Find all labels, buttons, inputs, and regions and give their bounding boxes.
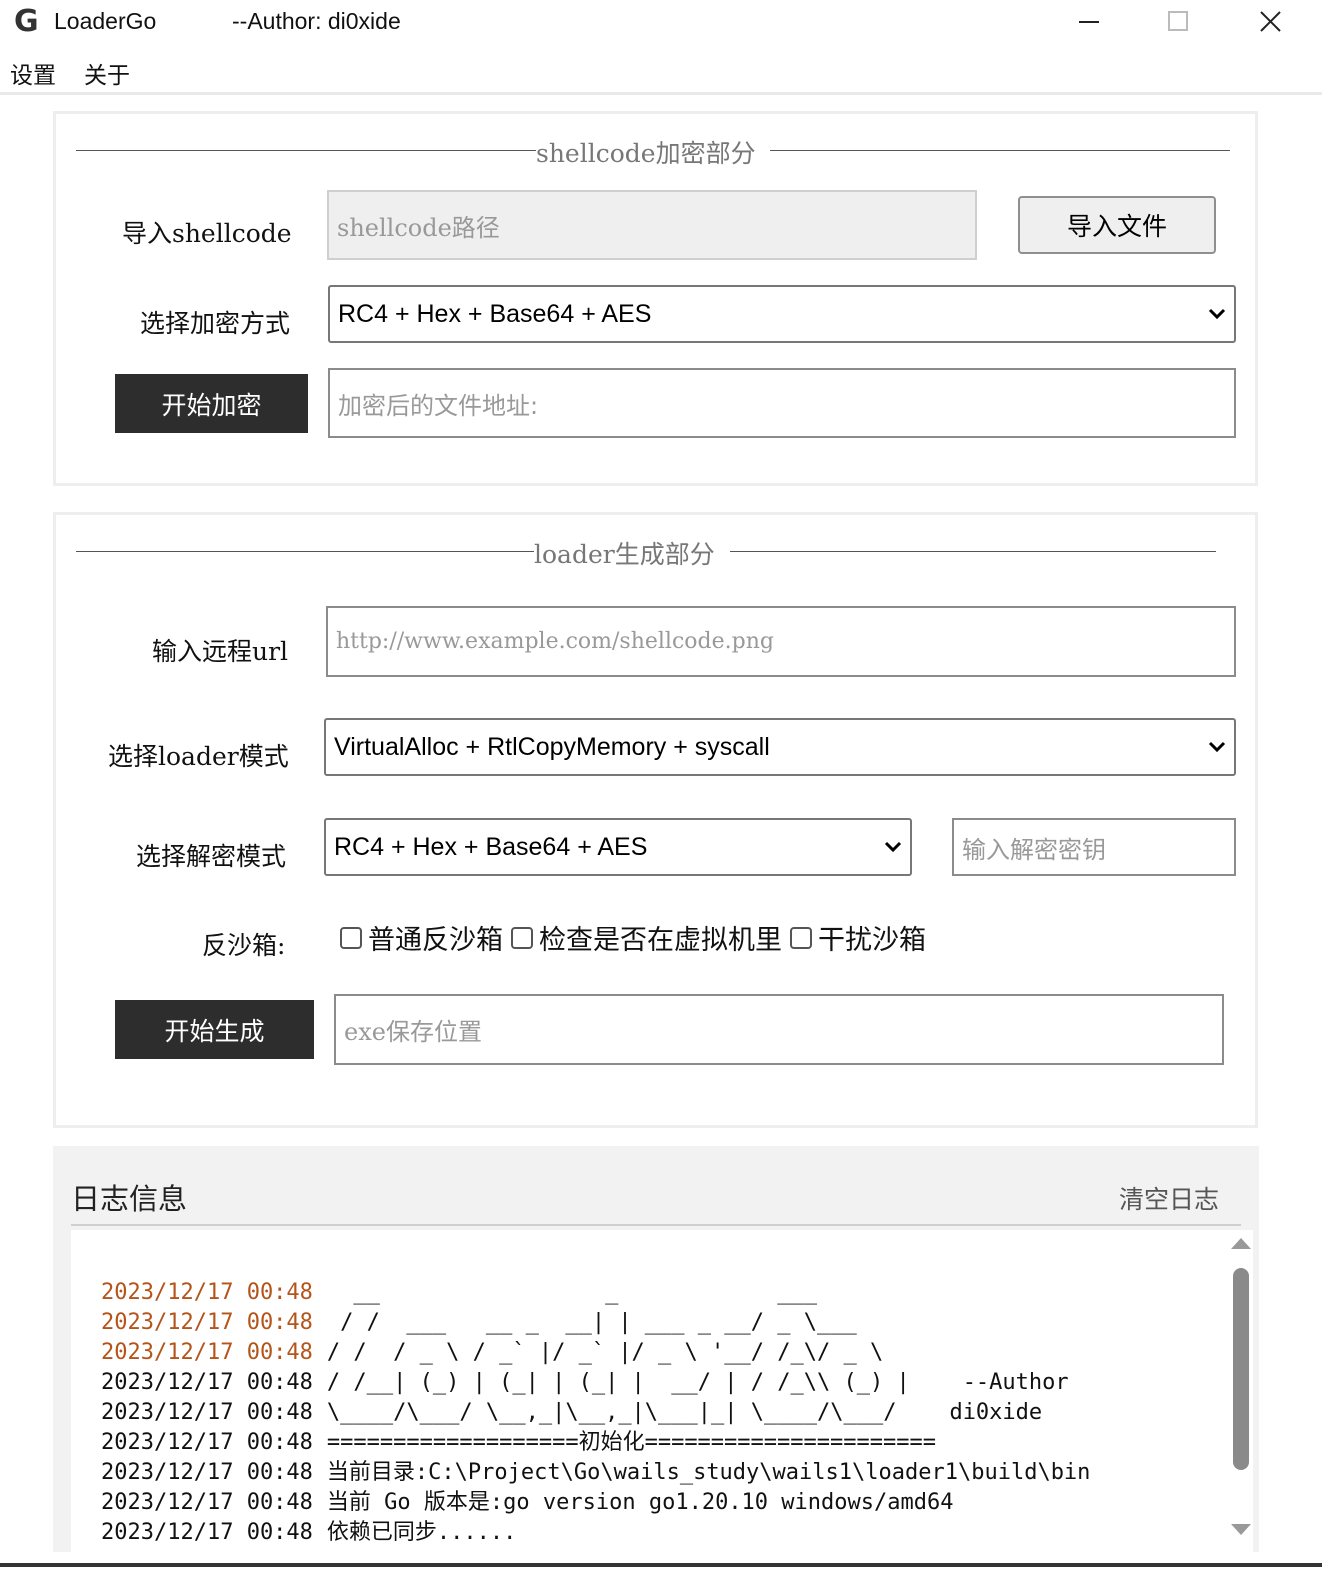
log-text: __ _ ___: [326, 1280, 923, 1305]
encrypt-method-label: 选择加密方式: [140, 309, 291, 338]
checkbox-normal-sandbox[interactable]: [340, 926, 362, 949]
sandbox-label: 反沙箱:: [202, 931, 286, 960]
log-line: 2023/12/17 00:48 ===================初始化==…: [101, 1428, 1090, 1458]
log-output: 2023/12/17 00:48 __ _ ___ 2023/12/17 00:…: [71, 1230, 1229, 1552]
menu-about[interactable]: 关于: [84, 56, 130, 90]
menu-bar: 设置 关于: [0, 52, 1322, 95]
chevron-down-icon: [884, 841, 902, 853]
menu-settings[interactable]: 设置: [10, 56, 56, 90]
checkbox-label: 普通反沙箱: [368, 925, 503, 956]
log-text: \____/\___/ \__,_|\__,_|\___|_| \____/\_…: [326, 1400, 1043, 1425]
window-title: LoaderGo: [54, 8, 157, 34]
log-line: 2023/12/17 00:48 / / / _ \ / _` |/ _` |/ …: [101, 1338, 1090, 1368]
app-logo-icon: G: [14, 4, 39, 39]
log-timestamp: 2023/12/17 00:48: [101, 1520, 313, 1545]
encrypt-method-value: RC4 + Hex + Base64 + AES: [338, 299, 652, 328]
start-encrypt-button[interactable]: 开始加密: [115, 374, 308, 433]
checkbox-vm-check[interactable]: [511, 926, 533, 949]
log-title: 日志信息: [71, 1182, 188, 1216]
legend-line-left: [76, 150, 538, 151]
clear-log-button[interactable]: 清空日志: [1119, 1180, 1219, 1216]
close-button[interactable]: [1226, 0, 1312, 46]
log-text: / / / _ \ / _` |/ _` |/ _ \ '__/ /_\/ _ …: [326, 1340, 884, 1365]
log-text: 当前目录:C:\Project\Go\wails_study\wails1\lo…: [326, 1460, 1091, 1485]
maximize-button[interactable]: [1136, 0, 1222, 46]
log-line: 2023/12/17 00:48 / / ___ __ _ __| | ___ …: [101, 1308, 1090, 1338]
chevron-down-icon: [1208, 308, 1226, 320]
checkbox-disrupt-sandbox[interactable]: [790, 926, 812, 949]
minimize-button[interactable]: [1046, 0, 1132, 46]
loader-mode-label: 选择loader模式: [108, 742, 289, 771]
log-timestamp: 2023/12/17 00:48: [101, 1490, 313, 1515]
log-panel: 日志信息 清空日志 2023/12/17 00:48 __ _ ___ 2023…: [53, 1146, 1259, 1552]
sandbox-options: 普通反沙箱 检查是否在虚拟机里 干扰沙箱: [340, 918, 934, 957]
log-divider: [71, 1224, 1241, 1226]
shellcode-path-input[interactable]: shellcode路径: [327, 190, 977, 260]
encrypt-method-select[interactable]: RC4 + Hex + Base64 + AES: [328, 285, 1236, 343]
encrypt-section-legend: shellcode加密部分: [536, 134, 756, 170]
encrypted-output-input[interactable]: 加密后的文件地址:: [328, 368, 1236, 438]
log-timestamp: 2023/12/17 00:48: [101, 1400, 313, 1425]
shellcode-label: 导入shellcode: [122, 219, 292, 248]
log-line: 2023/12/17 00:48 依赖已同步......: [101, 1518, 1090, 1548]
scroll-down-arrow-icon[interactable]: [1231, 1524, 1251, 1535]
checkbox-label: 检查是否在虚拟机里: [539, 925, 782, 956]
legend-line-right: [770, 150, 1230, 151]
log-text: 依赖已同步......: [326, 1520, 517, 1545]
decrypt-key-input[interactable]: 输入解密密钥: [952, 818, 1236, 876]
legend-line-right-2: [730, 551, 1216, 552]
url-label: 输入远程url: [152, 637, 289, 666]
log-line: 2023/12/17 00:48 当前 Go 版本是:go version go1…: [101, 1488, 1090, 1518]
log-lines: 2023/12/17 00:48 __ _ ___ 2023/12/17 00:…: [101, 1278, 1090, 1548]
log-timestamp: 2023/12/17 00:48: [101, 1460, 313, 1485]
log-text: / / ___ __ _ __| | ___ _ __/ _ \___: [326, 1310, 910, 1335]
remote-url-input[interactable]: http://www.example.com/shellcode.png: [326, 606, 1236, 677]
chevron-down-icon: [1208, 741, 1226, 753]
maximize-icon: [1168, 11, 1188, 31]
checkbox-label: 干扰沙箱: [818, 925, 926, 956]
loader-mode-select[interactable]: VirtualAlloc + RtlCopyMemory + syscall: [324, 718, 1236, 776]
log-line: 2023/12/17 00:48 当前目录:C:\Project\Go\wails…: [101, 1458, 1090, 1488]
window-author: --Author: di0xide: [232, 8, 401, 34]
log-text: 当前 Go 版本是:go version go1.20.10 windows/a…: [326, 1490, 954, 1515]
log-line: 2023/12/17 00:48 \____/\___/ \__,_|\__,_|…: [101, 1398, 1090, 1428]
scroll-thumb[interactable]: [1233, 1268, 1249, 1470]
scroll-up-arrow-icon[interactable]: [1231, 1238, 1251, 1249]
decrypt-mode-label: 选择解密模式: [136, 842, 287, 871]
legend-line-left-2: [76, 551, 534, 552]
loader-mode-value: VirtualAlloc + RtlCopyMemory + syscall: [334, 732, 770, 761]
decrypt-mode-select[interactable]: RC4 + Hex + Base64 + AES: [324, 818, 912, 876]
decrypt-mode-value: RC4 + Hex + Base64 + AES: [334, 832, 648, 861]
exe-save-input[interactable]: exe保存位置: [334, 994, 1224, 1065]
log-line: 2023/12/17 00:48 __ _ ___: [101, 1278, 1090, 1308]
loader-section-legend: loader生成部分: [534, 535, 715, 571]
log-line: 2023/12/17 00:48 / /__| (_) | (_| | (_| |…: [101, 1368, 1090, 1398]
log-timestamp: 2023/12/17 00:48: [101, 1370, 313, 1395]
title-bar: G LoaderGo --Author: di0xide: [0, 0, 1322, 46]
start-generate-button[interactable]: 开始生成: [115, 1000, 314, 1059]
log-timestamp: 2023/12/17 00:48: [101, 1280, 313, 1305]
close-icon: [1260, 11, 1281, 32]
minimize-icon: [1079, 21, 1099, 23]
log-timestamp: 2023/12/17 00:48: [101, 1340, 313, 1365]
log-text: / /__| (_) | (_| | (_| | __/ | / /_\\ (_…: [326, 1370, 1069, 1395]
log-timestamp: 2023/12/17 00:48: [101, 1310, 313, 1335]
log-timestamp: 2023/12/17 00:48: [101, 1430, 313, 1455]
import-file-button[interactable]: 导入文件: [1018, 196, 1216, 254]
log-scrollbar[interactable]: [1229, 1230, 1253, 1552]
window-bottom-border: [0, 1563, 1322, 1567]
log-text: ===================初始化==================…: [326, 1430, 936, 1455]
